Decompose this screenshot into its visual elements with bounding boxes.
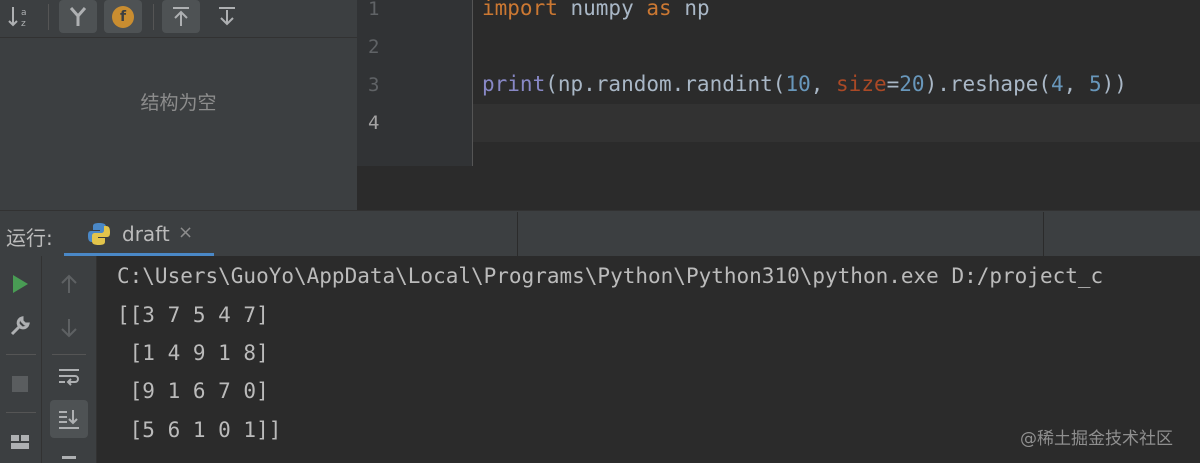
stop-button[interactable] [6, 370, 34, 398]
layout-icon [11, 435, 29, 449]
scroll-down-button[interactable] [54, 314, 84, 342]
edit-configuration-button[interactable] [6, 312, 34, 340]
collapse-all-icon [219, 6, 235, 25]
run-tab-label: draft [122, 222, 170, 246]
stop-icon [12, 376, 28, 392]
toolbar-separator [48, 4, 49, 30]
console-line: [[3 7 5 4 7] [117, 303, 269, 327]
watermark: @稀土掘金技术社区 [1020, 429, 1173, 449]
header-divider [1043, 212, 1044, 256]
number-literal: 20 [899, 72, 925, 96]
code-text: , [810, 72, 837, 96]
close-tab-icon[interactable]: × [178, 222, 193, 243]
fields-badge-text: f [119, 8, 127, 25]
toolbar-separator [52, 354, 86, 355]
code-text: , [1063, 72, 1089, 96]
console-toolbar [42, 256, 97, 463]
arrow-down-icon [61, 319, 77, 338]
code-line-1[interactable]: import numpy as np [482, 0, 710, 20]
sort-alphabetically-button[interactable]: a z [2, 0, 40, 33]
builtin-function: print [482, 72, 546, 96]
print-icon[interactable] [62, 456, 76, 459]
alias-name: np [671, 0, 710, 20]
fields-icon: f [112, 5, 134, 28]
scroll-up-button[interactable] [54, 270, 84, 298]
filter-icon [69, 6, 87, 26]
keyword: as [646, 0, 672, 20]
scroll-to-end-button[interactable] [50, 400, 88, 438]
code-text: ).reshape( [924, 72, 1051, 96]
console-line: [5 6 1 0 1]] [117, 418, 282, 442]
current-line-highlight [473, 104, 1200, 142]
toolbar-separator [153, 4, 154, 30]
svg-text:a: a [21, 8, 27, 18]
soft-wrap-button[interactable] [54, 362, 84, 390]
line-number: 4 [368, 112, 380, 134]
filter-button[interactable] [59, 0, 97, 33]
run-label: 运行: [6, 226, 53, 250]
line-number: 1 [368, 0, 380, 20]
editor-empty-area[interactable] [357, 166, 1200, 210]
layout-button[interactable] [6, 428, 34, 456]
structure-empty-message: 结构为空 [140, 92, 217, 114]
module-name: numpy [557, 0, 647, 20]
console-line: [9 1 6 7 0] [117, 379, 269, 403]
collapse-all-button[interactable] [208, 0, 246, 33]
expand-all-icon [173, 6, 189, 26]
header-divider [517, 212, 518, 256]
expand-all-button[interactable] [162, 0, 200, 33]
line-number: 3 [368, 74, 380, 96]
number-literal: 10 [785, 72, 811, 96]
number-literal: 5 [1088, 72, 1102, 96]
code-line-3[interactable]: print(np.random.randint(10, size=20).res… [482, 72, 1127, 96]
toolbar-separator [6, 354, 36, 355]
python-icon [88, 223, 110, 245]
code-text: (np.random.randint( [545, 72, 786, 96]
soft-wrap-icon [59, 369, 79, 386]
keyword: import [482, 0, 558, 20]
code-text: )) [1101, 72, 1127, 96]
run-icon [13, 275, 28, 293]
structure-toolbar: a z f [0, 0, 357, 38]
run-toolbar [0, 256, 42, 463]
console-line: C:\Users\GuoYo\AppData\Local\Programs\Py… [117, 264, 1104, 288]
scroll-to-end-icon [59, 410, 79, 429]
line-number: 2 [368, 36, 380, 58]
code-text: = [886, 72, 900, 96]
toolbar-separator [6, 412, 36, 413]
number-literal: 4 [1051, 72, 1064, 96]
console-line: [1 4 9 1 8] [117, 341, 269, 365]
sort-alphabetically-icon: a z [8, 6, 27, 29]
rerun-button[interactable] [6, 270, 34, 298]
svg-text:z: z [21, 19, 26, 29]
keyword-argument: size [836, 72, 887, 96]
arrow-up-icon [61, 274, 77, 293]
wrench-icon [10, 316, 30, 336]
show-fields-button[interactable]: f [104, 0, 142, 33]
